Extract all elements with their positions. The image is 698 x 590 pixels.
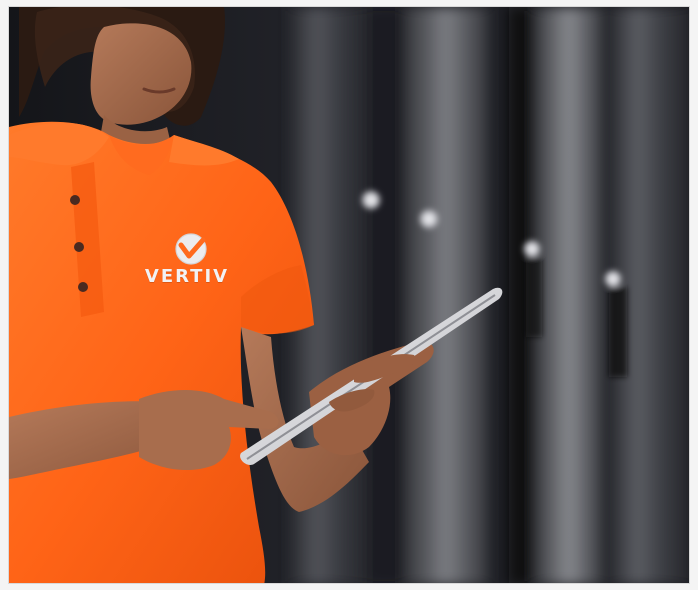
photo-scene — [9, 7, 689, 583]
photo-frame: VERTIV — [8, 6, 690, 584]
